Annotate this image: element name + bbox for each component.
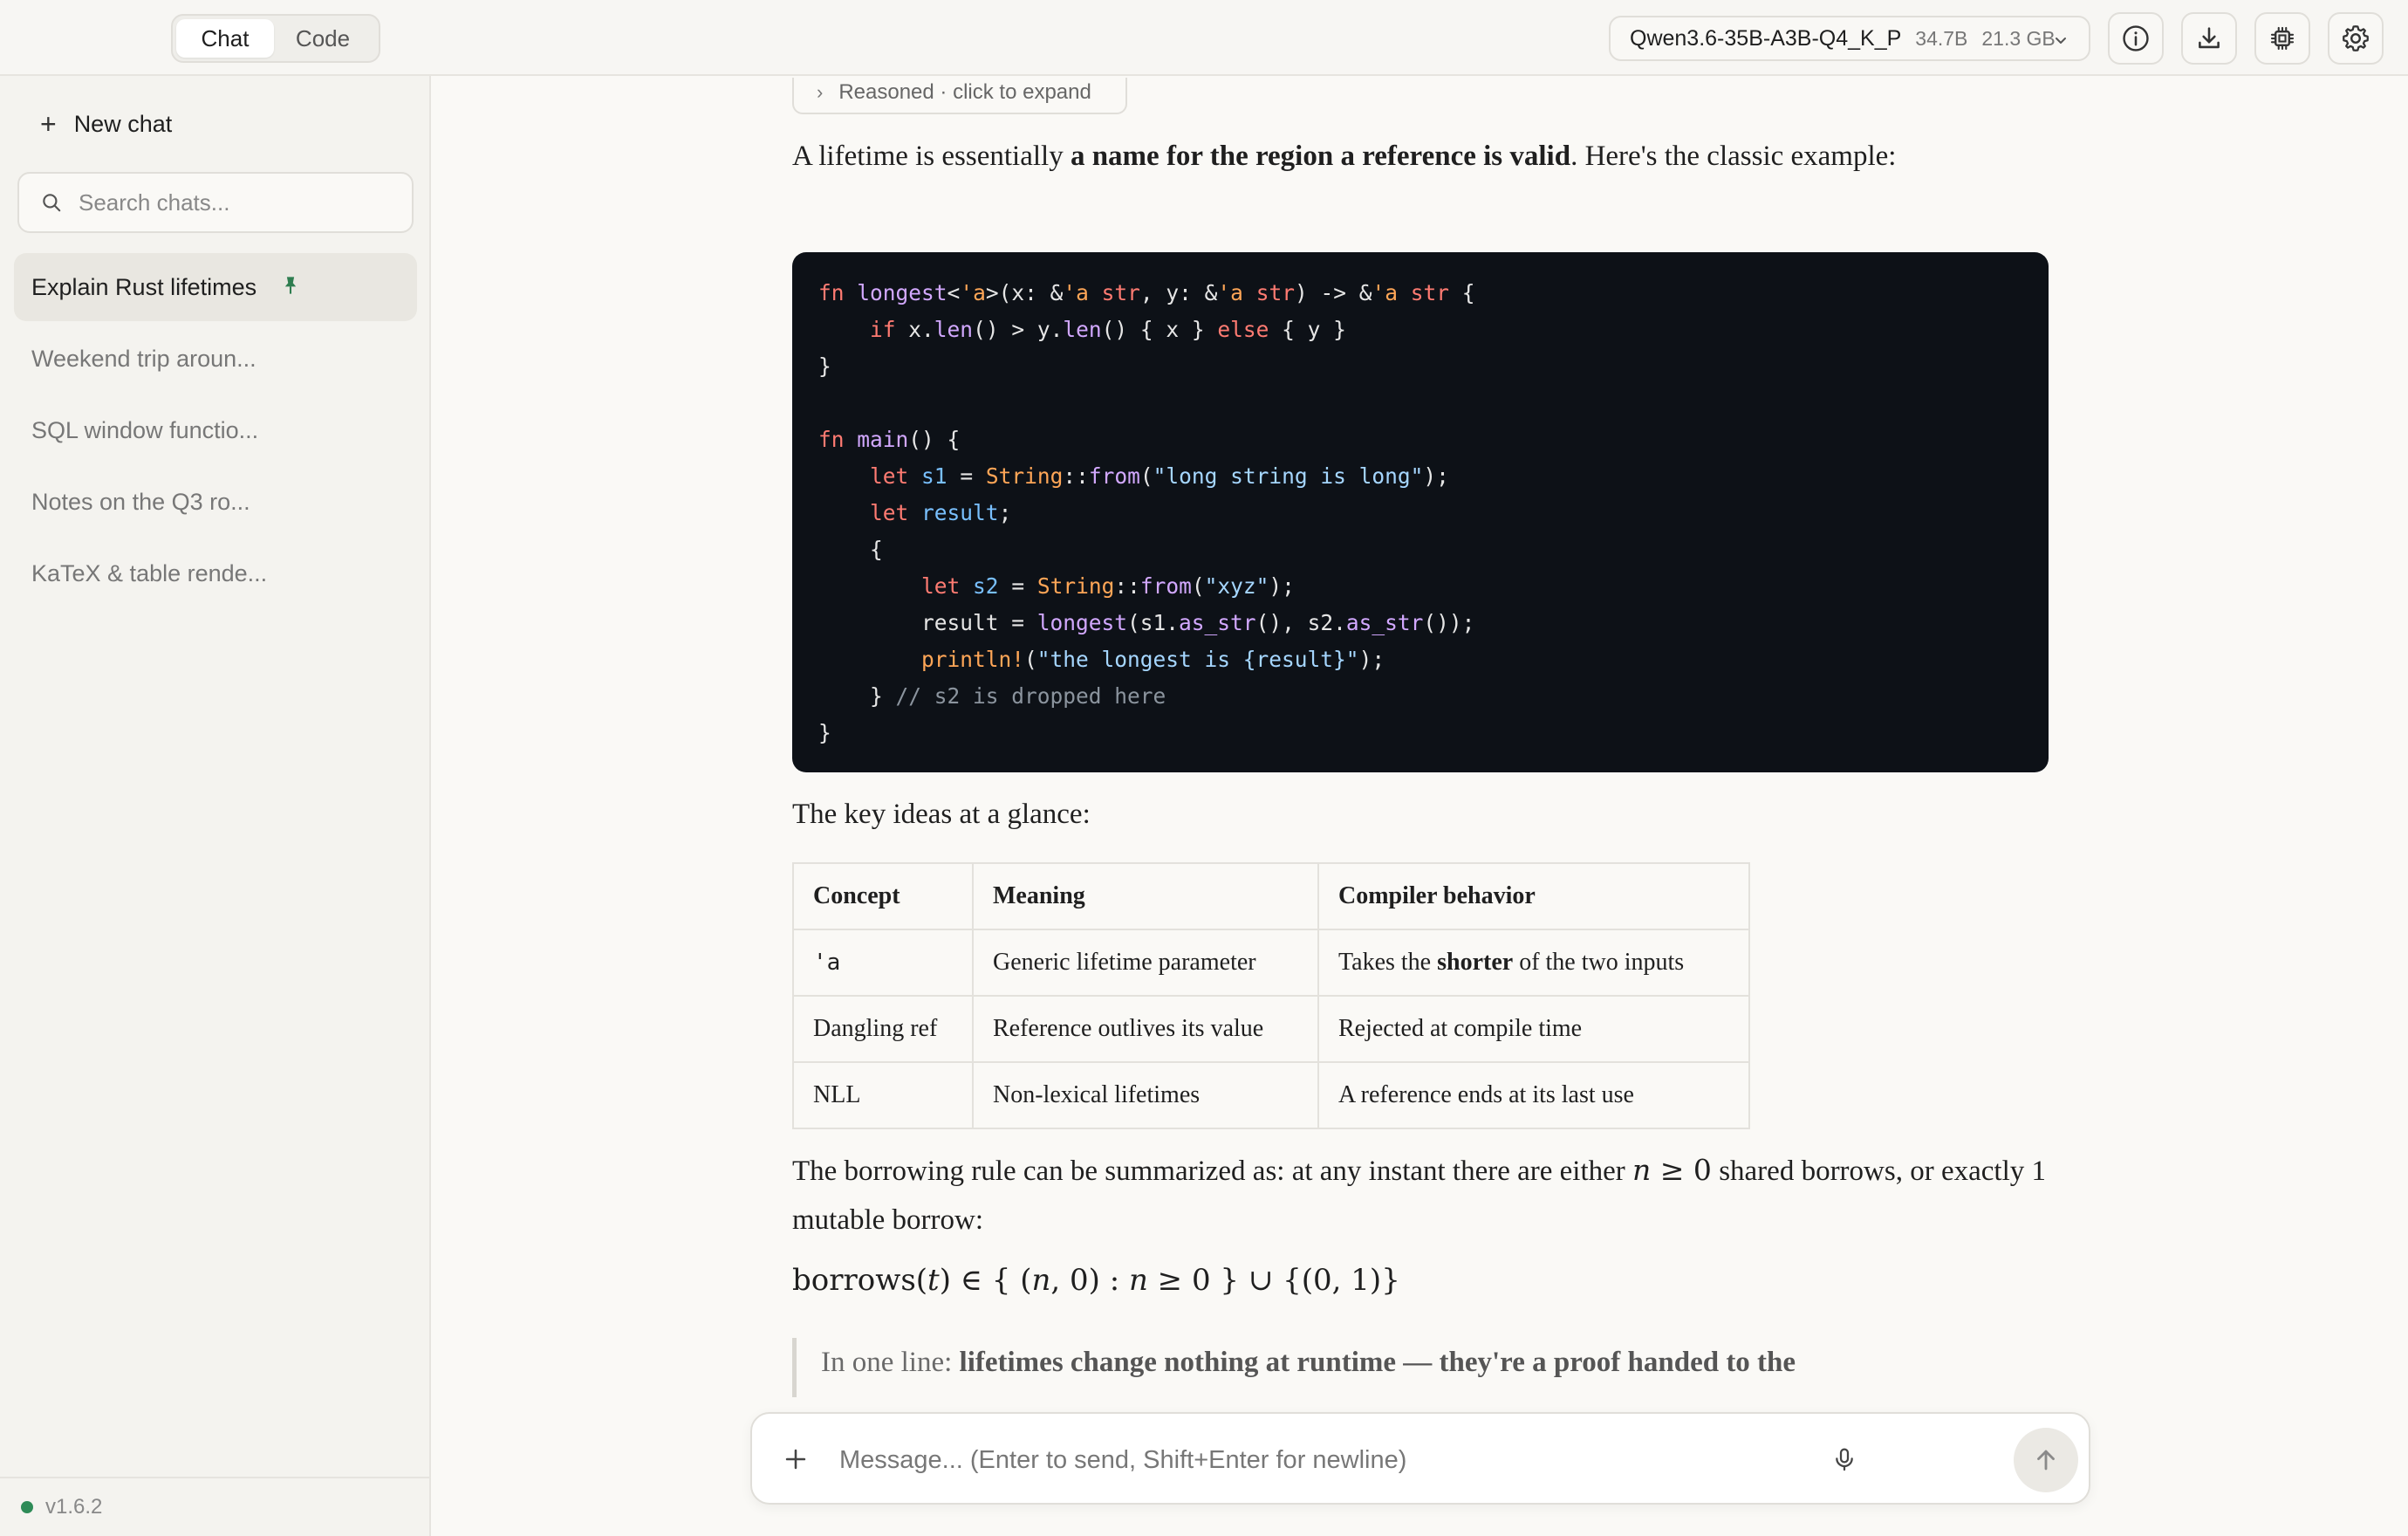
key-ideas-heading: The key ideas at a glance:	[792, 799, 1091, 830]
chevron-right-icon: ›	[817, 81, 824, 103]
gear-icon	[2343, 25, 2369, 51]
model-name: Qwen3.6-35B-A3B-Q4_K_P	[1630, 25, 1902, 51]
table-cell: 'a	[792, 929, 974, 997]
chat-item-label: Explain Rust lifetimes	[31, 273, 257, 300]
blockquote-bold: lifetimes change nothing at runtime — th…	[959, 1347, 1796, 1378]
chat-list: Explain Rust lifetimes Weekend trip arou…	[14, 253, 417, 611]
new-chat-label: New chat	[73, 110, 173, 137]
chat-item[interactable]: Weekend trip aroun...	[14, 325, 417, 393]
mic-button[interactable]	[1827, 1442, 1862, 1477]
table-header-row: Concept Meaning Compiler behavior	[792, 862, 1750, 930]
message-input[interactable]	[839, 1438, 1799, 1482]
model-selector[interactable]: Qwen3.6-35B-A3B-Q4_K_P 34.7B 21.3 GB	[1609, 16, 2090, 61]
chat-area: › Reasoned · click to expand A lifetime …	[433, 78, 2408, 1536]
table-row: NLL Non-lexical lifetimes A reference en…	[792, 1061, 1750, 1129]
chat-item[interactable]: Notes on the Q3 ro...	[14, 468, 417, 536]
composer	[750, 1412, 2090, 1505]
borrow-text: The borrowing rule can be summarized as:…	[792, 1155, 1633, 1187]
table-header: Concept	[792, 862, 974, 930]
status-dot-icon	[21, 1501, 33, 1513]
table-cell: Takes the shorter of the two inputs	[1317, 929, 1750, 997]
table-header: Meaning	[972, 862, 1319, 930]
table-row: Dangling ref Reference outlives its valu…	[792, 995, 1750, 1063]
table-cell: Reference outlives its value	[972, 995, 1319, 1063]
reasoning-toggle[interactable]: › Reasoned · click to expand	[792, 78, 1127, 114]
inline-math: n ≥ 0	[1632, 1153, 1712, 1187]
plus-icon: +	[40, 107, 57, 140]
new-chat-button[interactable]: + New chat	[19, 90, 414, 158]
send-button[interactable]	[2014, 1428, 2078, 1492]
sidebar: + New chat Explain Rust lifetimes Weeken…	[0, 76, 431, 1536]
mode-toggle: Chat Code	[171, 14, 380, 63]
display-math: borrows(t) ∈ { (n, 0) : n ≥ 0 } ∪ {(0, 1…	[792, 1263, 1400, 1298]
intro-text: A lifetime is essentially	[792, 141, 1071, 172]
chat-item-explain-rust-lifetimes[interactable]: Explain Rust lifetimes	[14, 253, 417, 321]
chat-item-label: KaTeX & table rende...	[31, 559, 268, 586]
top-bar: Chat Code Qwen3.6-35B-A3B-Q4_K_P 34.7B 2…	[0, 0, 2408, 76]
blockquote-prefix: In one line:	[821, 1347, 960, 1378]
app-version: v1.6.2	[45, 1495, 103, 1519]
pin-icon	[283, 274, 298, 301]
table-cell: A reference ends at its last use	[1317, 1061, 1750, 1129]
download-button[interactable]	[2181, 12, 2237, 65]
tab-chat[interactable]: Chat	[176, 19, 274, 58]
chevron-down-icon	[2056, 38, 2066, 44]
sidebar-footer: v1.6.2	[0, 1477, 431, 1536]
table-cell: Dangling ref	[792, 995, 974, 1063]
attach-button[interactable]	[776, 1440, 815, 1478]
table-cell: Rejected at compile time	[1317, 995, 1750, 1063]
info-icon	[2123, 25, 2149, 51]
model-size: 21.3 GB	[1981, 26, 2056, 50]
model-params: 34.7B	[1915, 26, 1968, 50]
download-icon	[2199, 27, 2220, 49]
chat-item[interactable]: SQL window functio...	[14, 396, 417, 464]
chip-icon	[2270, 26, 2295, 51]
cell-bold: shorter	[1437, 949, 1514, 976]
code-block[interactable]: fn longest<'a>(x: &'a str, y: &'a str) -…	[792, 252, 2049, 772]
chat-item[interactable]: KaTeX & table rende...	[14, 539, 417, 607]
intro-text-end: . Here's the classic example:	[1570, 141, 1897, 172]
chip-button[interactable]	[2254, 12, 2310, 65]
intro-paragraph: A lifetime is essentially a name for the…	[792, 132, 2049, 181]
microphone-icon	[1836, 1448, 1853, 1471]
arrow-up-icon	[2037, 1450, 2055, 1471]
cell-text: Takes the	[1338, 949, 1438, 976]
table-cell: NLL	[792, 1061, 974, 1129]
chat-item-label: Weekend trip aroun...	[31, 345, 257, 372]
table-row: 'a Generic lifetime parameter Takes the …	[792, 929, 1750, 997]
cell-text: of the two inputs	[1513, 949, 1685, 976]
reasoning-label: Reasoned · click to expand	[838, 80, 1091, 104]
intro-bold: a name for the region a reference is val…	[1070, 141, 1571, 172]
table-header: Compiler behavior	[1317, 862, 1750, 930]
blockquote: In one line: lifetimes change nothing at…	[792, 1338, 2049, 1397]
info-button[interactable]	[2108, 12, 2164, 65]
search-input[interactable]	[79, 189, 393, 216]
tab-code[interactable]: Code	[274, 19, 372, 58]
settings-button[interactable]	[2328, 12, 2384, 65]
table-cell: Generic lifetime parameter	[972, 929, 1319, 997]
concept-table: Concept Meaning Compiler behavior 'a Gen…	[792, 862, 1750, 1129]
search-icon	[43, 194, 61, 212]
table-cell: Non-lexical lifetimes	[972, 1061, 1319, 1129]
borrow-paragraph: The borrowing rule can be summarized as:…	[792, 1146, 2049, 1245]
chat-item-label: Notes on the Q3 ro...	[31, 488, 250, 515]
chat-item-label: SQL window functio...	[31, 416, 259, 443]
code-inline: 'a	[813, 950, 841, 976]
search-box	[17, 172, 414, 233]
plus-icon	[785, 1449, 806, 1470]
